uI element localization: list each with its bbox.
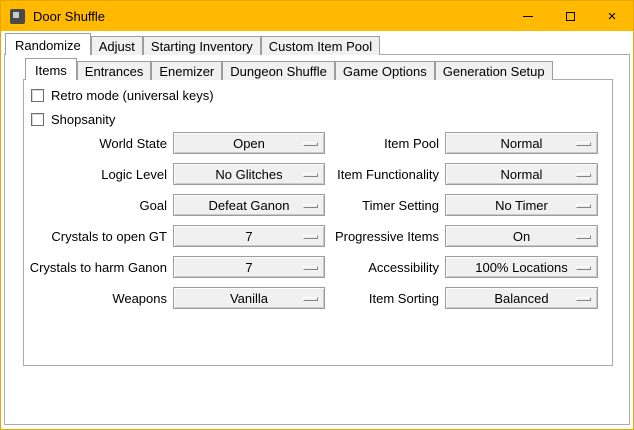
- tab-adjust[interactable]: Adjust: [91, 36, 143, 55]
- sub-tab-bar: Items Entrances Enemizer Dungeon Shuffle…: [25, 58, 553, 80]
- dropdown-value: 7: [245, 229, 252, 244]
- dropdown-value: Vanilla: [230, 291, 268, 306]
- dropdown-value: Normal: [501, 167, 543, 182]
- tab-label: Entrances: [85, 64, 144, 79]
- dropdown-value: On: [513, 229, 530, 244]
- door-shuffle-window: Door Shuffle × Randomize Adjust Starting…: [0, 0, 634, 430]
- dropdown-value: Normal: [501, 136, 543, 151]
- tab-label: Randomize: [15, 38, 81, 53]
- item-sorting-dropdown[interactable]: Balanced: [445, 287, 598, 309]
- accessibility-label: Accessibility: [368, 260, 439, 275]
- dropdown-indicator-icon: [303, 173, 318, 177]
- tab-randomize[interactable]: Randomize: [5, 33, 91, 55]
- crystals-open-gt-label: Crystals to open GT: [51, 229, 167, 244]
- tab-label: Enemizer: [159, 64, 214, 79]
- close-icon: ×: [608, 9, 617, 24]
- app-icon: [10, 9, 25, 24]
- item-functionality-dropdown[interactable]: Normal: [445, 163, 598, 185]
- tab-label: Starting Inventory: [151, 39, 253, 54]
- timer-setting-dropdown[interactable]: No Timer: [445, 194, 598, 216]
- tab-generation-setup[interactable]: Generation Setup: [435, 61, 553, 80]
- dropdown-indicator-icon: [576, 297, 591, 301]
- tab-label: Game Options: [343, 64, 427, 79]
- tab-label: Custom Item Pool: [269, 39, 372, 54]
- dropdown-indicator-icon: [576, 204, 591, 208]
- accessibility-dropdown[interactable]: 100% Locations: [445, 256, 598, 278]
- tab-label: Generation Setup: [443, 64, 545, 79]
- dropdown-indicator-icon: [576, 173, 591, 177]
- dropdown-indicator-icon: [303, 142, 318, 146]
- titlebar[interactable]: Door Shuffle ×: [1, 1, 633, 31]
- item-pool-dropdown[interactable]: Normal: [445, 132, 598, 154]
- tab-label: Adjust: [99, 39, 135, 54]
- crystals-harm-ganon-label: Crystals to harm Ganon: [30, 260, 167, 275]
- crystals-harm-ganon-dropdown[interactable]: 7: [173, 256, 325, 278]
- crystals-open-gt-dropdown[interactable]: 7: [173, 225, 325, 247]
- dropdown-value: 100% Locations: [475, 260, 568, 275]
- tab-items[interactable]: Items: [25, 58, 77, 80]
- tab-custom-item-pool[interactable]: Custom Item Pool: [261, 36, 380, 55]
- dropdown-indicator-icon: [576, 142, 591, 146]
- weapons-dropdown[interactable]: Vanilla: [173, 287, 325, 309]
- minimize-button[interactable]: [507, 1, 549, 31]
- tab-game-options[interactable]: Game Options: [335, 61, 435, 80]
- timer-setting-label: Timer Setting: [362, 198, 439, 213]
- close-button[interactable]: ×: [591, 1, 633, 31]
- tab-enemizer[interactable]: Enemizer: [151, 61, 222, 80]
- tab-starting-inventory[interactable]: Starting Inventory: [143, 36, 261, 55]
- dropdown-indicator-icon: [576, 235, 591, 239]
- dropdown-value: No Timer: [495, 198, 548, 213]
- minimize-icon: [523, 16, 533, 17]
- item-sorting-label: Item Sorting: [369, 291, 439, 306]
- tab-dungeon-shuffle[interactable]: Dungeon Shuffle: [222, 61, 335, 80]
- world-state-label: World State: [99, 136, 167, 151]
- dropdown-indicator-icon: [303, 235, 318, 239]
- dropdown-value: Balanced: [494, 291, 548, 306]
- item-pool-label: Item Pool: [384, 136, 439, 151]
- maximize-button[interactable]: [549, 1, 591, 31]
- retro-mode-row: Retro mode (universal keys): [31, 87, 214, 103]
- items-pane: Retro mode (universal keys) Shopsanity W…: [23, 79, 613, 366]
- shopsanity-label: Shopsanity: [51, 112, 115, 127]
- logic-level-label: Logic Level: [101, 167, 167, 182]
- progressive-items-label: Progressive Items: [335, 229, 439, 244]
- shopsanity-checkbox[interactable]: [31, 113, 44, 126]
- dropdown-indicator-icon: [576, 266, 591, 270]
- dropdown-value: Open: [233, 136, 265, 151]
- main-tab-bar: Randomize Adjust Starting Inventory Cust…: [5, 33, 380, 55]
- dropdown-indicator-icon: [303, 297, 318, 301]
- logic-level-dropdown[interactable]: No Glitches: [173, 163, 325, 185]
- retro-mode-checkbox[interactable]: [31, 89, 44, 102]
- weapons-label: Weapons: [112, 291, 167, 306]
- tab-label: Items: [35, 63, 67, 78]
- world-state-dropdown[interactable]: Open: [173, 132, 325, 154]
- dropdown-value: Defeat Ganon: [209, 198, 290, 213]
- tab-entrances[interactable]: Entrances: [77, 61, 152, 80]
- progressive-items-dropdown[interactable]: On: [445, 225, 598, 247]
- goal-dropdown[interactable]: Defeat Ganon: [173, 194, 325, 216]
- item-functionality-label: Item Functionality: [337, 167, 439, 182]
- dropdown-indicator-icon: [303, 204, 318, 208]
- window-controls: ×: [507, 1, 633, 31]
- settings-grid: World State Open Item Pool Normal Logic …: [24, 132, 598, 309]
- dropdown-value: No Glitches: [215, 167, 282, 182]
- retro-mode-label: Retro mode (universal keys): [51, 88, 214, 103]
- tab-label: Dungeon Shuffle: [230, 64, 327, 79]
- dropdown-value: 7: [245, 260, 252, 275]
- window-title: Door Shuffle: [33, 9, 105, 24]
- goal-label: Goal: [140, 198, 167, 213]
- maximize-icon: [566, 12, 575, 21]
- shopsanity-row: Shopsanity: [31, 111, 115, 127]
- dropdown-indicator-icon: [303, 266, 318, 270]
